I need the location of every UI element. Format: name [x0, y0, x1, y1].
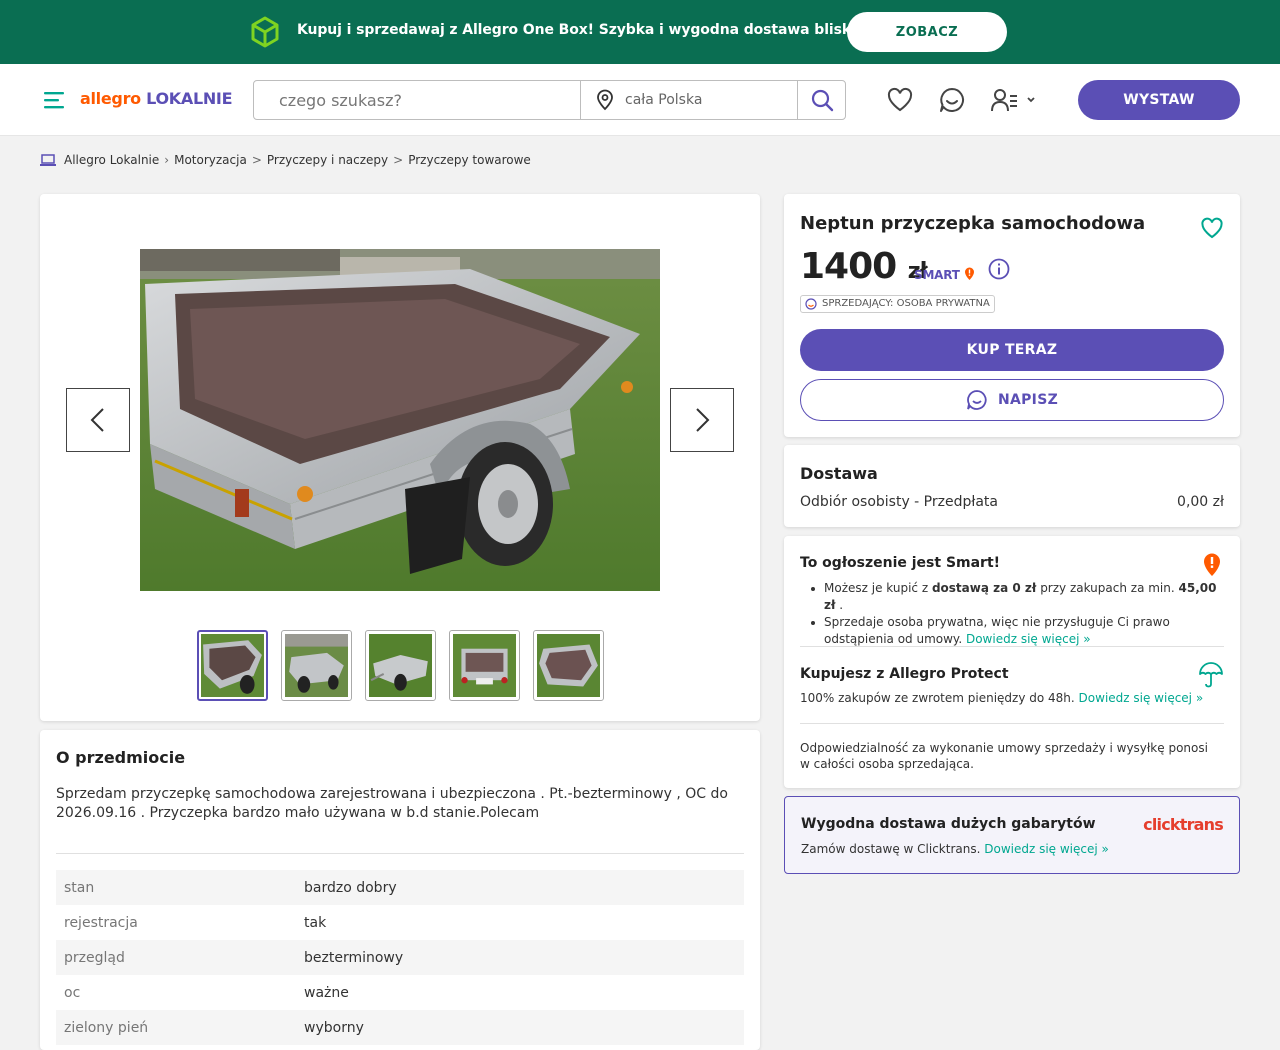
clicktrans-text: Zamów dostawę w Clicktrans. Dowiedz się … [801, 842, 1109, 856]
breadcrumb-item[interactable]: Przyczepy i naczepy [267, 153, 388, 167]
photo-thumbnail[interactable] [449, 630, 520, 701]
next-photo-button[interactable] [670, 388, 734, 452]
spec-value: bezterminowy [304, 949, 404, 966]
smile-icon [805, 298, 817, 310]
smart-benefits-list: Możesz je kupić z dostawą za 0 zł przy z… [800, 580, 1220, 648]
photo-thumbnail[interactable] [281, 630, 352, 701]
clicktrans-heading: Wygodna dostawa dużych gabarytów [801, 816, 1096, 832]
chevron-right-icon [696, 408, 710, 432]
spec-value: bardzo dobry [304, 879, 397, 896]
learn-more-link[interactable]: Dowiedz się więcej » [966, 632, 1091, 646]
photo-gallery [40, 194, 760, 721]
one-box-icon [251, 16, 279, 48]
learn-more-link[interactable]: Dowiedz się więcej » [1079, 691, 1204, 705]
breadcrumb: Allegro Lokalnie › Motoryzacja > Przycze… [40, 153, 531, 167]
specs-table: stan bardzo dobry rejestracja tak przegl… [56, 870, 744, 1045]
smart-pin-icon [1204, 553, 1220, 576]
search-divider [580, 81, 581, 119]
spec-value: tak [304, 914, 327, 931]
offer-price: 1400 zł [800, 246, 928, 287]
seller-type-badge: SPRZEDAJĄCY: OSOBA PRYWATNA [800, 295, 995, 313]
spec-value: wyborny [304, 1019, 364, 1036]
divider [56, 853, 744, 854]
spec-row: zielony pień wyborny [56, 1010, 744, 1045]
spec-row: przegląd bezterminowy [56, 940, 744, 975]
menu-icon[interactable] [42, 88, 66, 112]
search-input[interactable] [254, 81, 581, 119]
breadcrumb-item[interactable]: Allegro Lokalnie [64, 153, 159, 167]
chat-icon[interactable] [938, 86, 966, 114]
buy-now-button[interactable]: KUP TERAZ [800, 329, 1224, 371]
user-menu-icon[interactable] [990, 86, 1040, 114]
spec-key: przegląd [64, 949, 125, 966]
send-message-button[interactable]: NAPISZ [800, 379, 1224, 421]
protect-heading: Kupujesz z Allegro Protect [800, 666, 1009, 682]
section-title: O przedmiocie [56, 748, 186, 767]
photo-thumbnail[interactable] [533, 630, 604, 701]
delivery-panel: Dostawa Odbiór osobisty - Przedpłata 0,0… [784, 445, 1240, 527]
location-field[interactable]: cała Polska [625, 92, 702, 108]
spec-key: rejestracja [64, 914, 138, 931]
umbrella-icon [1199, 662, 1223, 688]
seller-responsibility-note: Odpowiedzialność za wykonanie umowy sprz… [800, 741, 1208, 771]
breadcrumb-item[interactable]: Motoryzacja [174, 153, 247, 167]
item-details: O przedmiocie Sprzedam przyczepkę samoch… [40, 730, 760, 1050]
location-pin-icon[interactable] [594, 89, 616, 111]
delivery-method: Odbiór osobisty - Przedpłata [800, 494, 998, 510]
spec-key: stan [64, 879, 95, 896]
spec-row: stan bardzo dobry [56, 870, 744, 905]
publish-button[interactable]: WYSTAW [1078, 80, 1240, 120]
divider [800, 723, 1224, 724]
add-to-favorites-heart-icon[interactable] [1200, 216, 1224, 240]
thumbnail-strip [197, 630, 604, 701]
laptop-icon [40, 154, 56, 166]
spec-row: rejestracja tak [56, 905, 744, 940]
spec-key: oc [64, 984, 81, 1001]
breadcrumb-separator: > [393, 153, 404, 167]
delivery-heading: Dostawa [800, 464, 878, 483]
smart-badge: SMART [914, 267, 975, 282]
chat-icon [967, 390, 987, 410]
allegro-lokalnie-logo[interactable]: allegro LOKALNIE [80, 89, 233, 108]
search-divider [797, 81, 798, 119]
item-description: Sprzedam przyczepkę samochodowa zarejest… [56, 786, 728, 821]
divider [800, 646, 1224, 647]
search-bar: cała Polska [253, 80, 846, 120]
site-header: allegro LOKALNIE cała Polska WYSTAW [0, 64, 1280, 136]
promo-see-button[interactable]: ZOBACZ [847, 12, 1007, 52]
purchase-panel: Neptun przyczepka samochodowa 1400 zł SM… [784, 194, 1240, 437]
list-item: Sprzedaje osoba prywatna, więc nie przys… [800, 614, 1220, 648]
list-item: Możesz je kupić z dostawą za 0 zł przy z… [800, 580, 1220, 614]
promo-text: Kupuj i sprzedawaj z Allegro One Box! Sz… [297, 22, 914, 38]
photo-thumbnail[interactable] [365, 630, 436, 701]
spec-row: oc ważne [56, 975, 744, 1010]
breadcrumb-chevron-icon: › [164, 153, 170, 167]
promo-banner: Kupuj i sprzedawaj z Allegro One Box! Sz… [0, 0, 1280, 64]
info-icon[interactable] [988, 258, 1010, 280]
delivery-cost: 0,00 zł [1177, 494, 1224, 510]
offer-title: Neptun przyczepka samochodowa [800, 213, 1146, 234]
smart-pin-icon [964, 267, 974, 280]
previous-photo-button[interactable] [66, 388, 130, 452]
smart-heading: To ogłoszenie jest Smart! [800, 555, 1001, 571]
search-icon[interactable] [810, 88, 834, 112]
breadcrumb-item[interactable]: Przyczepy towarowe [408, 153, 531, 167]
spec-value: ważne [304, 984, 349, 1001]
clicktrans-logo[interactable]: clicktrans [1143, 815, 1224, 834]
spec-key: zielony pień [64, 1019, 149, 1036]
learn-more-link[interactable]: Dowiedz się więcej » [984, 842, 1109, 856]
photo-thumbnail[interactable] [197, 630, 268, 701]
breadcrumb-separator: > [251, 153, 262, 167]
chevron-left-icon [90, 408, 104, 432]
smart-info-panel: To ogłoszenie jest Smart! Możesz je kupi… [784, 536, 1240, 788]
protect-text: 100% zakupów ze zwrotem pieniędzy do 48h… [800, 691, 1204, 705]
main-photo[interactable] [140, 249, 660, 591]
clicktrans-banner: Wygodna dostawa dużych gabarytów clicktr… [784, 796, 1240, 874]
heart-icon[interactable] [886, 86, 914, 114]
